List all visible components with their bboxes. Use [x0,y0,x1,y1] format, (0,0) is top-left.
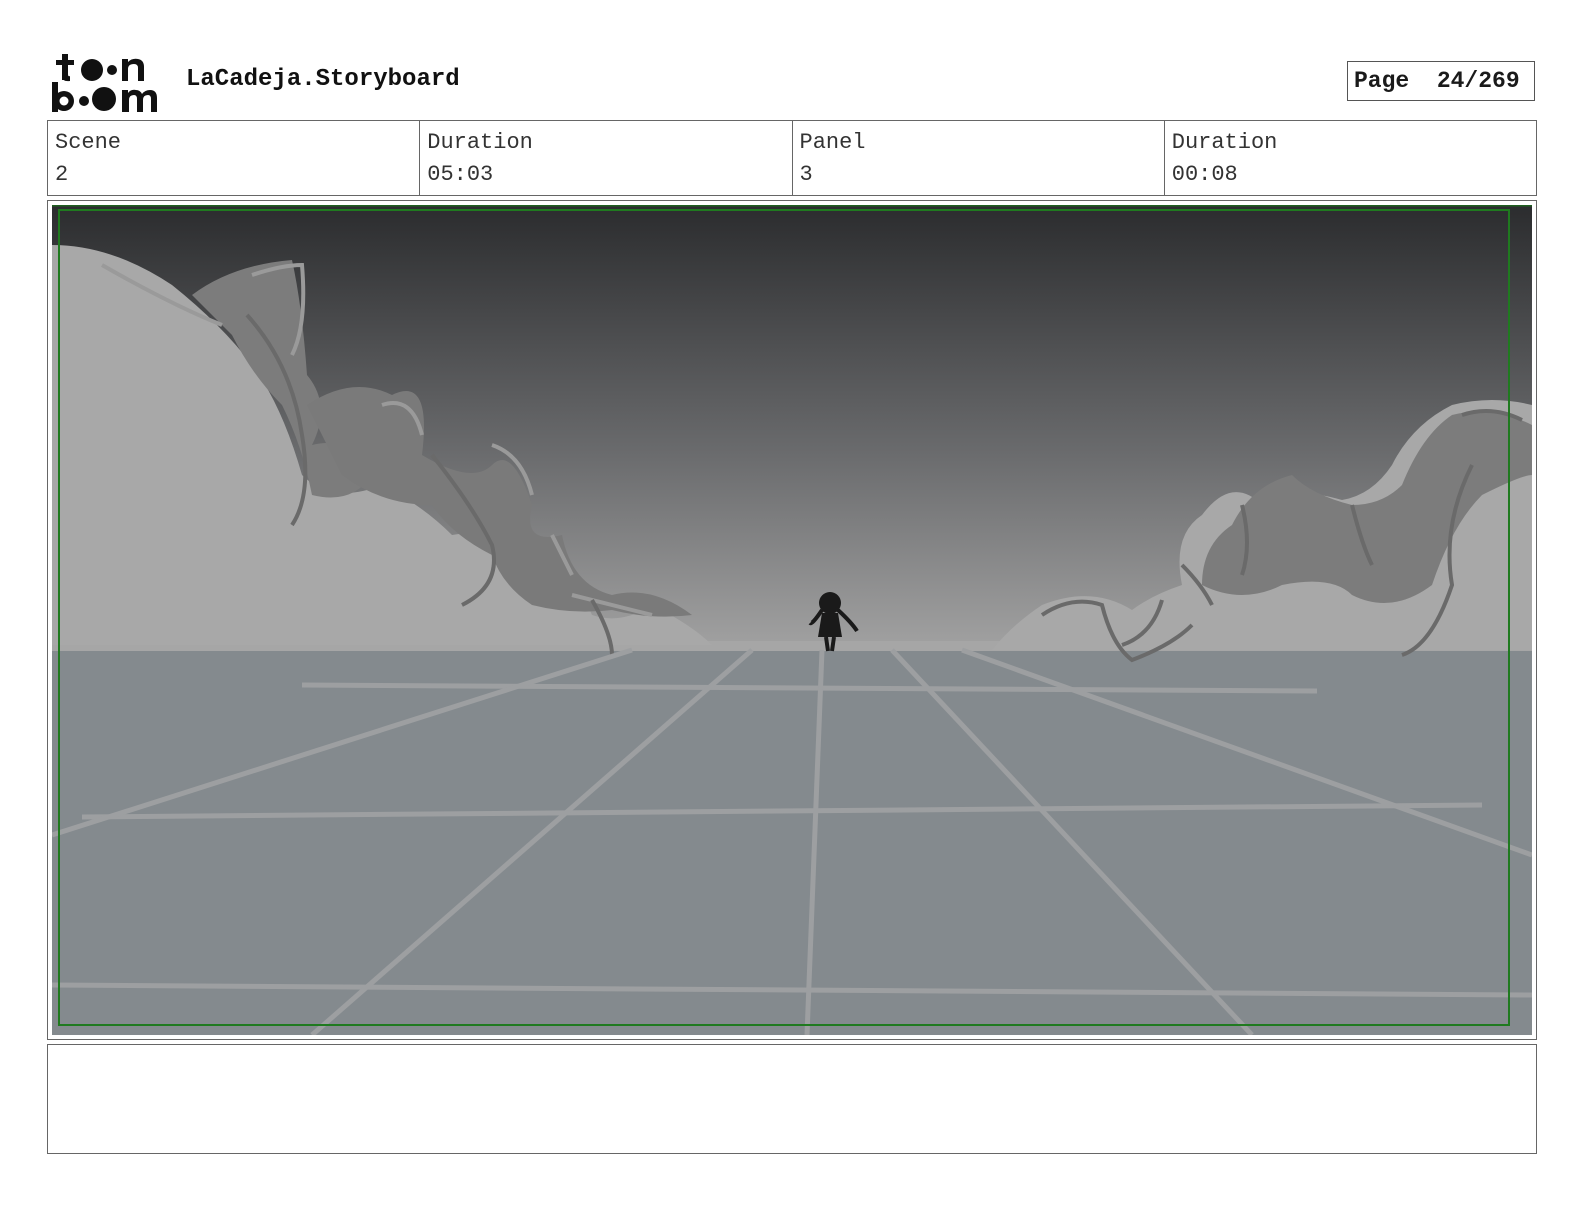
scene-duration-label: Duration [427,130,533,155]
toonboom-logo [50,50,164,114]
panel-cell: Panel 3 [793,121,1165,195]
panel-image [51,203,1533,1037]
notes-text [48,1045,1536,1061]
scene-duration-value: 05:03 [427,162,494,187]
panel-frame [47,200,1537,1040]
page-label: Page [1354,68,1410,94]
scene-cell: Scene 2 [48,121,421,195]
scene-label: Scene [55,130,122,155]
panel-duration-value: 00:08 [1171,162,1238,187]
page-number: 24/269 [1436,68,1520,94]
panel-label: Panel [799,130,866,155]
page-indicator: Page 24/269 [1347,61,1535,101]
document-title: LaCadeja.Storyboard [186,66,460,93]
scene-value: 2 [55,162,69,187]
scene-info-row: Scene 2 Duration 05:03 Panel 3 Duration … [47,120,1537,196]
panel-value: 3 [799,162,813,187]
storyboard-sketch-icon [51,203,1533,1037]
ground-plane [52,651,1532,1035]
panel-duration-label: Duration [1171,130,1278,155]
scene-duration-cell: Duration 05:03 [420,121,793,195]
panel-notes[interactable] [47,1044,1537,1154]
toonboom-logo-icon [52,54,157,112]
panel-duration-cell: Duration 00:08 [1165,121,1536,195]
